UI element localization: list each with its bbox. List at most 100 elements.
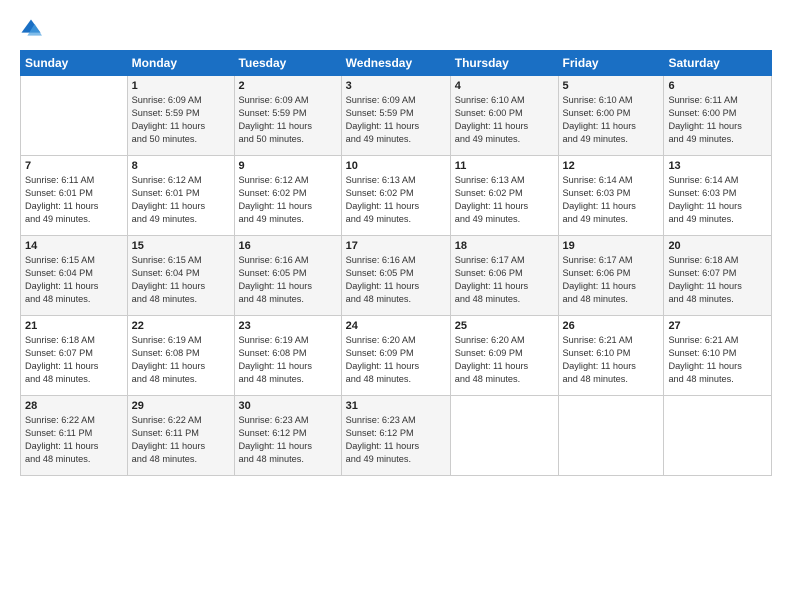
day-info: Sunrise: 6:17 AMSunset: 6:06 PMDaylight:…: [455, 254, 554, 306]
day-number: 20: [668, 240, 767, 252]
day-info: Sunrise: 6:19 AMSunset: 6:08 PMDaylight:…: [132, 334, 230, 386]
day-number: 12: [563, 160, 660, 172]
calendar: SundayMondayTuesdayWednesdayThursdayFrid…: [20, 50, 772, 476]
day-info: Sunrise: 6:10 AMSunset: 6:00 PMDaylight:…: [563, 94, 660, 146]
day-info: Sunrise: 6:21 AMSunset: 6:10 PMDaylight:…: [563, 334, 660, 386]
calendar-week-row: 1 Sunrise: 6:09 AMSunset: 5:59 PMDaylight…: [21, 76, 772, 156]
day-number: 21: [25, 320, 123, 332]
day-number: 4: [455, 80, 554, 92]
day-info: Sunrise: 6:23 AMSunset: 6:12 PMDaylight:…: [239, 414, 337, 466]
day-info: Sunrise: 6:11 AMSunset: 6:00 PMDaylight:…: [668, 94, 767, 146]
day-number: 28: [25, 400, 123, 412]
calendar-cell: 10 Sunrise: 6:13 AMSunset: 6:02 PMDayligh…: [341, 156, 450, 236]
day-number: 11: [455, 160, 554, 172]
calendar-body: 1 Sunrise: 6:09 AMSunset: 5:59 PMDaylight…: [21, 76, 772, 476]
calendar-cell: 16 Sunrise: 6:16 AMSunset: 6:05 PMDayligh…: [234, 236, 341, 316]
day-number: 17: [346, 240, 446, 252]
day-number: 1: [132, 80, 230, 92]
calendar-cell: 2 Sunrise: 6:09 AMSunset: 5:59 PMDaylight…: [234, 76, 341, 156]
weekday-header: Monday: [127, 51, 234, 76]
day-number: 9: [239, 160, 337, 172]
day-info: Sunrise: 6:12 AMSunset: 6:02 PMDaylight:…: [239, 174, 337, 226]
day-number: 23: [239, 320, 337, 332]
day-number: 15: [132, 240, 230, 252]
calendar-cell: 29Sunrise: 6:22 AMSunset: 6:11 PMDayligh…: [127, 396, 234, 476]
calendar-cell: 14 Sunrise: 6:15 AMSunset: 6:04 PMDayligh…: [21, 236, 128, 316]
calendar-cell: 9 Sunrise: 6:12 AMSunset: 6:02 PMDaylight…: [234, 156, 341, 236]
weekday-header: Thursday: [450, 51, 558, 76]
calendar-cell: 23 Sunrise: 6:19 AMSunset: 6:08 PMDayligh…: [234, 316, 341, 396]
calendar-cell: 17 Sunrise: 6:16 AMSunset: 6:05 PMDayligh…: [341, 236, 450, 316]
day-number: 19: [563, 240, 660, 252]
day-info: Sunrise: 6:20 AMSunset: 6:09 PMDaylight:…: [346, 334, 446, 386]
calendar-week-row: 21Sunrise: 6:18 AMSunset: 6:07 PMDayligh…: [21, 316, 772, 396]
day-number: 7: [25, 160, 123, 172]
calendar-cell: 1 Sunrise: 6:09 AMSunset: 5:59 PMDaylight…: [127, 76, 234, 156]
day-number: 27: [668, 320, 767, 332]
calendar-cell: 22 Sunrise: 6:19 AMSunset: 6:08 PMDayligh…: [127, 316, 234, 396]
calendar-cell: 28 Sunrise: 6:22 AMSunset: 6:11 PMDayligh…: [21, 396, 128, 476]
calendar-week-row: 7Sunrise: 6:11 AMSunset: 6:01 PMDaylight…: [21, 156, 772, 236]
day-info: Sunrise: 6:17 AMSunset: 6:06 PMDaylight:…: [563, 254, 660, 306]
day-info: Sunrise: 6:23 AMSunset: 6:12 PMDaylight:…: [346, 414, 446, 466]
day-number: 5: [563, 80, 660, 92]
calendar-cell: [558, 396, 664, 476]
day-number: 2: [239, 80, 337, 92]
day-info: Sunrise: 6:09 AMSunset: 5:59 PMDaylight:…: [132, 94, 230, 146]
day-info: Sunrise: 6:13 AMSunset: 6:02 PMDaylight:…: [346, 174, 446, 226]
calendar-cell: 5 Sunrise: 6:10 AMSunset: 6:00 PMDaylight…: [558, 76, 664, 156]
calendar-cell: 12Sunrise: 6:14 AMSunset: 6:03 PMDayligh…: [558, 156, 664, 236]
calendar-week-row: 14 Sunrise: 6:15 AMSunset: 6:04 PMDayligh…: [21, 236, 772, 316]
day-info: Sunrise: 6:22 AMSunset: 6:11 PMDaylight:…: [25, 414, 123, 466]
calendar-cell: 6 Sunrise: 6:11 AMSunset: 6:00 PMDaylight…: [664, 76, 772, 156]
day-info: Sunrise: 6:16 AMSunset: 6:05 PMDaylight:…: [239, 254, 337, 306]
day-info: Sunrise: 6:21 AMSunset: 6:10 PMDaylight:…: [668, 334, 767, 386]
calendar-cell: 15 Sunrise: 6:15 AMSunset: 6:04 PMDayligh…: [127, 236, 234, 316]
day-info: Sunrise: 6:12 AMSunset: 6:01 PMDaylight:…: [132, 174, 230, 226]
day-info: Sunrise: 6:10 AMSunset: 6:00 PMDaylight:…: [455, 94, 554, 146]
day-number: 6: [668, 80, 767, 92]
calendar-cell: 13Sunrise: 6:14 AMSunset: 6:03 PMDayligh…: [664, 156, 772, 236]
day-info: Sunrise: 6:20 AMSunset: 6:09 PMDaylight:…: [455, 334, 554, 386]
day-info: Sunrise: 6:16 AMSunset: 6:05 PMDaylight:…: [346, 254, 446, 306]
day-number: 14: [25, 240, 123, 252]
calendar-cell: 31 Sunrise: 6:23 AMSunset: 6:12 PMDayligh…: [341, 396, 450, 476]
calendar-cell: [21, 76, 128, 156]
page: SundayMondayTuesdayWednesdayThursdayFrid…: [0, 0, 792, 612]
day-info: Sunrise: 6:19 AMSunset: 6:08 PMDaylight:…: [239, 334, 337, 386]
day-info: Sunrise: 6:14 AMSunset: 6:03 PMDaylight:…: [668, 174, 767, 226]
calendar-cell: 8Sunrise: 6:12 AMSunset: 6:01 PMDaylight…: [127, 156, 234, 236]
day-info: Sunrise: 6:13 AMSunset: 6:02 PMDaylight:…: [455, 174, 554, 226]
day-number: 26: [563, 320, 660, 332]
calendar-cell: 18 Sunrise: 6:17 AMSunset: 6:06 PMDayligh…: [450, 236, 558, 316]
day-info: Sunrise: 6:18 AMSunset: 6:07 PMDaylight:…: [668, 254, 767, 306]
logo-icon: [20, 18, 42, 40]
day-number: 22: [132, 320, 230, 332]
day-number: 30: [239, 400, 337, 412]
logo: [20, 18, 46, 40]
calendar-cell: 4 Sunrise: 6:10 AMSunset: 6:00 PMDaylight…: [450, 76, 558, 156]
weekday-header: Sunday: [21, 51, 128, 76]
calendar-cell: 25 Sunrise: 6:20 AMSunset: 6:09 PMDayligh…: [450, 316, 558, 396]
calendar-cell: 11 Sunrise: 6:13 AMSunset: 6:02 PMDayligh…: [450, 156, 558, 236]
calendar-cell: 30 Sunrise: 6:23 AMSunset: 6:12 PMDayligh…: [234, 396, 341, 476]
day-info: Sunrise: 6:15 AMSunset: 6:04 PMDaylight:…: [25, 254, 123, 306]
day-info: Sunrise: 6:09 AMSunset: 5:59 PMDaylight:…: [239, 94, 337, 146]
calendar-header: SundayMondayTuesdayWednesdayThursdayFrid…: [21, 51, 772, 76]
header: [20, 18, 772, 40]
weekday-header: Saturday: [664, 51, 772, 76]
day-info: Sunrise: 6:09 AMSunset: 5:59 PMDaylight:…: [346, 94, 446, 146]
day-number: 25: [455, 320, 554, 332]
day-number: 10: [346, 160, 446, 172]
weekday-header: Tuesday: [234, 51, 341, 76]
day-number: 31: [346, 400, 446, 412]
day-number: 16: [239, 240, 337, 252]
day-number: 24: [346, 320, 446, 332]
calendar-cell: [664, 396, 772, 476]
calendar-cell: 19 Sunrise: 6:17 AMSunset: 6:06 PMDayligh…: [558, 236, 664, 316]
calendar-cell: [450, 396, 558, 476]
day-info: Sunrise: 6:15 AMSunset: 6:04 PMDaylight:…: [132, 254, 230, 306]
day-number: 18: [455, 240, 554, 252]
calendar-cell: 21Sunrise: 6:18 AMSunset: 6:07 PMDayligh…: [21, 316, 128, 396]
calendar-week-row: 28 Sunrise: 6:22 AMSunset: 6:11 PMDayligh…: [21, 396, 772, 476]
